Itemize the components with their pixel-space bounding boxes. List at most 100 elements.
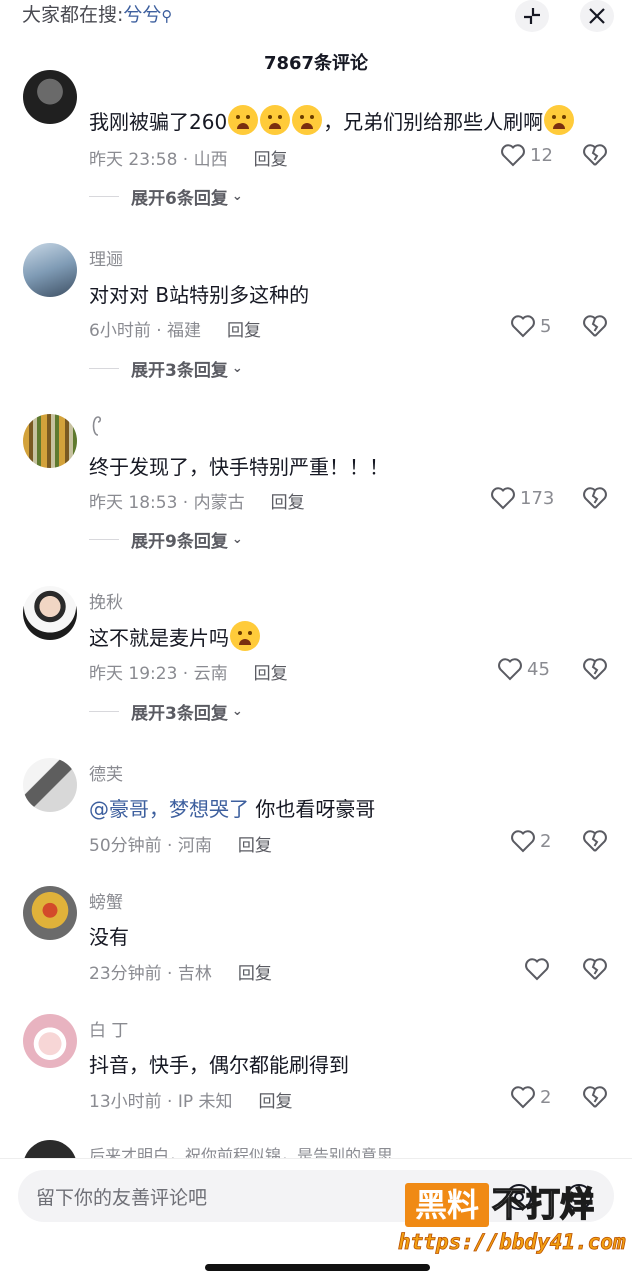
watermark-url: https://bbdy41.com xyxy=(398,1230,626,1255)
comment-username[interactable]: 螃蟹 xyxy=(89,888,123,913)
dislike-button[interactable] xyxy=(582,314,608,342)
like-count: 12 xyxy=(530,144,553,166)
heart-icon xyxy=(498,658,522,681)
expand-replies-button[interactable]: 展开9条回复 ⌄ xyxy=(89,527,243,552)
crying-emoji-icon xyxy=(260,105,291,135)
avatar[interactable] xyxy=(23,414,77,468)
like-button[interactable]: 12 xyxy=(500,143,553,167)
close-button[interactable] xyxy=(580,0,614,32)
crying-emoji-icon xyxy=(544,105,575,135)
comment-text: 对对对 B站特别多这种的 xyxy=(89,283,310,307)
dislike-button[interactable] xyxy=(582,1085,608,1113)
divider xyxy=(89,539,119,540)
avatar[interactable] xyxy=(23,1014,77,1068)
comment-username[interactable]: 理逦 xyxy=(89,245,123,270)
comment-text: @豪哥，梦想哭了 你也看呀豪哥 xyxy=(89,797,376,821)
search-prefix: 大家都在搜: xyxy=(22,4,124,26)
username-glyph-icon xyxy=(92,416,102,436)
comment-text: 这不就是麦片吗 xyxy=(89,621,261,651)
search-icon: ⚲ xyxy=(161,7,173,25)
heart-icon xyxy=(511,315,535,338)
like-button[interactable]: 2 xyxy=(510,1085,551,1109)
chevron-down-icon: ⌄ xyxy=(231,704,243,719)
collapse-icon xyxy=(524,8,540,24)
reply-button[interactable]: 回复 xyxy=(271,493,305,513)
comment-username[interactable]: 白 丁 xyxy=(89,1016,128,1041)
chevron-down-icon: ⌄ xyxy=(231,189,243,204)
chevron-down-icon: ⌄ xyxy=(231,361,243,376)
like-count: 173 xyxy=(520,487,555,509)
dislike-button[interactable] xyxy=(582,829,608,857)
laughing-emoji-icon xyxy=(230,621,260,651)
reply-button[interactable]: 回复 xyxy=(259,1092,293,1112)
comment-meta: 6小时前 · 福建 回复 xyxy=(89,321,262,341)
like-count: 5 xyxy=(540,315,552,337)
comment-text: 抖音，快手，偶尔都能刷得到 xyxy=(89,1053,349,1077)
expand-replies-button[interactable]: 展开6条回复 ⌄ xyxy=(89,184,243,209)
expand-replies-button[interactable]: 展开3条回复 ⌄ xyxy=(89,699,243,724)
broken-heart-icon xyxy=(583,830,607,852)
reply-button[interactable]: 回复 xyxy=(254,150,288,170)
close-icon xyxy=(589,8,605,24)
broken-heart-icon xyxy=(583,487,607,509)
avatar[interactable] xyxy=(23,586,77,640)
comment-count-title: 7867条评论 xyxy=(263,53,369,74)
comment-username[interactable] xyxy=(89,414,103,443)
divider xyxy=(89,368,119,369)
broken-heart-icon xyxy=(583,658,607,680)
comment-input-placeholder: 留下你的友善评论吧 xyxy=(36,1187,208,1209)
mention-link[interactable]: @豪哥，梦想哭了 xyxy=(89,797,249,821)
reply-button[interactable]: 回复 xyxy=(254,664,288,684)
like-button[interactable] xyxy=(524,957,554,981)
broken-heart-icon xyxy=(583,144,607,166)
dislike-button[interactable] xyxy=(582,657,608,685)
heart-icon xyxy=(511,830,535,853)
search-keyword[interactable]: 兮兮 xyxy=(123,4,161,26)
collapse-button[interactable] xyxy=(515,0,549,32)
heart-icon xyxy=(511,1086,535,1109)
reply-button[interactable]: 回复 xyxy=(238,964,272,984)
reply-button[interactable]: 回复 xyxy=(238,836,272,856)
like-button[interactable]: 2 xyxy=(510,829,551,853)
comment-meta: 昨天 19:23 · 云南 回复 xyxy=(89,664,288,684)
chevron-down-icon: ⌄ xyxy=(231,532,243,547)
comment-text: 没有 xyxy=(89,925,129,949)
comment-meta: 23分钟前 · 吉林 回复 xyxy=(89,964,272,984)
top-bar: 大家都在搜:兮兮⚲ xyxy=(0,0,632,40)
crying-emoji-icon xyxy=(292,105,323,135)
comment-text: 终于发现了，快手特别严重！！！ xyxy=(89,455,389,479)
avatar[interactable] xyxy=(23,243,77,297)
watermark-text: 不打烊 xyxy=(491,1184,595,1226)
like-count: 45 xyxy=(527,658,550,680)
dislike-button[interactable] xyxy=(582,143,608,171)
reply-button[interactable]: 回复 xyxy=(227,321,261,341)
comment-username[interactable]: 挽秋 xyxy=(89,588,123,613)
comment-meta: 昨天 23:58 · 山西 回复 xyxy=(89,150,288,170)
like-button[interactable]: 173 xyxy=(490,486,554,510)
avatar[interactable] xyxy=(23,70,77,124)
divider xyxy=(89,711,119,712)
like-button[interactable]: 45 xyxy=(497,657,550,681)
broken-heart-icon xyxy=(583,1086,607,1108)
divider xyxy=(89,196,119,197)
dislike-button[interactable] xyxy=(582,957,608,985)
like-button[interactable]: 5 xyxy=(510,314,551,338)
comment-meta: 昨天 18:53 · 内蒙古 回复 xyxy=(89,493,305,513)
home-indicator xyxy=(205,1264,430,1271)
heart-icon xyxy=(501,144,525,167)
avatar[interactable] xyxy=(23,886,77,940)
broken-heart-icon xyxy=(583,958,607,980)
comment-text: 我刚被骗了260 ，兄弟们别给那些人刷啊 xyxy=(89,105,575,135)
avatar[interactable] xyxy=(23,758,77,812)
comment-meta: 13小时前 · IP 未知 回复 xyxy=(89,1092,293,1112)
like-count: 2 xyxy=(540,1086,552,1108)
comment-username[interactable]: 德芙 xyxy=(89,760,123,785)
dislike-button[interactable] xyxy=(582,486,608,514)
crying-emoji-icon xyxy=(228,105,259,135)
heart-icon xyxy=(491,487,515,510)
heart-icon xyxy=(525,958,549,981)
expand-replies-button[interactable]: 展开3条回复 ⌄ xyxy=(89,356,243,381)
watermark-logo: 黑料 不打烊 https://bbdy41.com xyxy=(398,1180,626,1266)
broken-heart-icon xyxy=(583,315,607,337)
search-suggestion[interactable]: 大家都在搜:兮兮⚲ xyxy=(22,2,172,29)
